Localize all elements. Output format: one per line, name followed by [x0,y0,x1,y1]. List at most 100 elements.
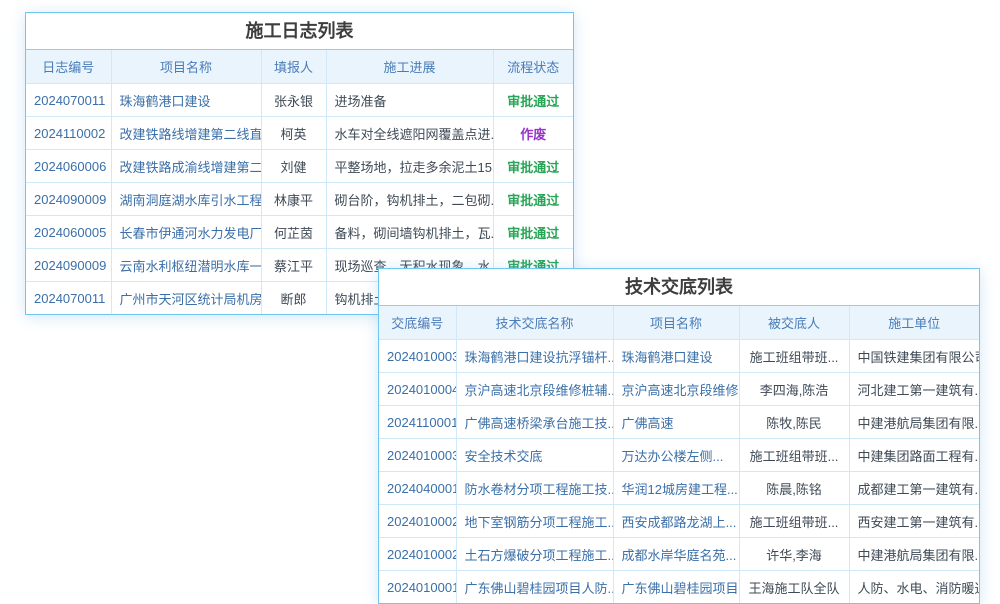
project-name-link[interactable]: 湖南洞庭湖水库引水工程... [111,183,261,216]
status-badge: 审批通过 [493,84,573,117]
table-row: 2024010002地下室钢筋分项工程施工...西安成都路龙湖上...施工班组带… [379,505,979,538]
column-header: 施工单位 [849,306,979,340]
table-row: 2024010003珠海鹤港口建设抗浮锚杆...珠海鹤港口建设施工班组带班...… [379,340,979,373]
column-header: 项目名称 [111,50,261,84]
disclosure-name-link[interactable]: 珠海鹤港口建设抗浮锚杆... [456,340,613,373]
progress-cell: 进场准备 [326,84,493,117]
disclosure-name-link[interactable]: 京沪高速北京段维修桩辅... [456,373,613,406]
reporter-cell: 蔡江平 [261,249,326,282]
disclosure-name-link[interactable]: 防水卷材分项工程施工技... [456,472,613,505]
log-id-link[interactable]: 2024090009 [26,183,111,216]
construction-unit-cell: 成都建工第一建筑有... [849,472,979,505]
progress-cell: 备料，砌间墙钩机排土，瓦... [326,216,493,249]
progress-cell: 平整场地，拉走多余泥土15... [326,150,493,183]
status-badge: 审批通过 [493,216,573,249]
disclosure-id-link[interactable]: 2024040001 [379,472,456,505]
column-header: 被交底人 [739,306,849,340]
technical-disclosure-header: 交底编号技术交底名称项目名称被交底人施工单位 [379,306,979,340]
progress-cell: 水车对全线遮阳网覆盖点进... [326,117,493,150]
column-header: 施工进展 [326,50,493,84]
project-name-link[interactable]: 成都水岸华庭名苑... [613,538,739,571]
recipient-cell: 陈牧,陈民 [739,406,849,439]
log-id-link[interactable]: 2024070011 [26,282,111,315]
disclosure-name-link[interactable]: 安全技术交底 [456,439,613,472]
table-row: 2024060005长春市伊通河水力发电厂...何芷茵备料，砌间墙钩机排土，瓦.… [26,216,573,249]
table-row: 2024010001广东佛山碧桂园项目人防...广东佛山碧桂园项目王海施工队全队… [379,571,979,604]
table-row: 2024010002土石方爆破分项工程施工...成都水岸华庭名苑...许华,李海… [379,538,979,571]
project-name-link[interactable]: 华润12城房建工程... [613,472,739,505]
project-name-link[interactable]: 万达办公楼左侧... [613,439,739,472]
project-name-link[interactable]: 珠海鹤港口建设 [111,84,261,117]
status-badge: 审批通过 [493,150,573,183]
recipient-cell: 王海施工队全队 [739,571,849,604]
construction-log-title: 施工日志列表 [26,13,573,50]
reporter-cell: 张永银 [261,84,326,117]
log-id-link[interactable]: 2024060005 [26,216,111,249]
reporter-cell: 断郎 [261,282,326,315]
disclosure-name-link[interactable]: 广东佛山碧桂园项目人防... [456,571,613,604]
table-row: 2024010004京沪高速北京段维修桩辅...京沪高速北京段维修李四海,陈浩河… [379,373,979,406]
construction-unit-cell: 西安建工第一建筑有... [849,505,979,538]
table-row: 2024070011珠海鹤港口建设张永银进场准备审批通过 [26,84,573,117]
disclosure-id-link[interactable]: 2024110001 [379,406,456,439]
log-id-link[interactable]: 2024070011 [26,84,111,117]
table-row: 2024040001防水卷材分项工程施工技...华润12城房建工程...陈晨,陈… [379,472,979,505]
technical-disclosure-title: 技术交底列表 [379,269,979,306]
recipient-cell: 李四海,陈浩 [739,373,849,406]
column-header: 技术交底名称 [456,306,613,340]
status-badge: 作废 [493,117,573,150]
recipient-cell: 陈晨,陈铭 [739,472,849,505]
progress-cell: 砌台阶，钩机排土，二包砌... [326,183,493,216]
construction-unit-cell: 中建港航局集团有限... [849,406,979,439]
disclosure-id-link[interactable]: 2024010001 [379,571,456,604]
project-name-link[interactable]: 长春市伊通河水力发电厂... [111,216,261,249]
disclosure-name-link[interactable]: 地下室钢筋分项工程施工... [456,505,613,538]
project-name-link[interactable]: 西安成都路龙湖上... [613,505,739,538]
disclosure-id-link[interactable]: 2024010002 [379,538,456,571]
table-row: 2024060006改建铁路成渝线增建第二...刘健平整场地，拉走多余泥土15.… [26,150,573,183]
column-header: 流程状态 [493,50,573,84]
disclosure-id-link[interactable]: 2024010002 [379,505,456,538]
technical-disclosure-table: 交底编号技术交底名称项目名称被交底人施工单位 2024010003珠海鹤港口建设… [379,306,979,603]
column-header: 项目名称 [613,306,739,340]
project-name-link[interactable]: 广州市天河区统计局机房... [111,282,261,315]
disclosure-id-link[interactable]: 2024010003 [379,340,456,373]
construction-unit-cell: 河北建工第一建筑有... [849,373,979,406]
disclosure-id-link[interactable]: 2024010003 [379,439,456,472]
disclosure-id-link[interactable]: 2024010004 [379,373,456,406]
reporter-cell: 林康平 [261,183,326,216]
disclosure-name-link[interactable]: 土石方爆破分项工程施工... [456,538,613,571]
project-name-link[interactable]: 改建铁路线增建第二线直... [111,117,261,150]
construction-unit-cell: 中建集团路面工程有... [849,439,979,472]
construction-unit-cell: 中国铁建集团有限公司 [849,340,979,373]
project-name-link[interactable]: 珠海鹤港口建设 [613,340,739,373]
reporter-cell: 何芷茵 [261,216,326,249]
technical-disclosure-panel: 技术交底列表 交底编号技术交底名称项目名称被交底人施工单位 2024010003… [378,268,980,604]
column-header: 交底编号 [379,306,456,340]
construction-unit-cell: 人防、水电、消防暖通... [849,571,979,604]
log-id-link[interactable]: 2024110002 [26,117,111,150]
project-name-link[interactable]: 广佛高速 [613,406,739,439]
table-row: 2024110001广佛高速桥梁承台施工技...广佛高速陈牧,陈民中建港航局集团… [379,406,979,439]
log-id-link[interactable]: 2024060006 [26,150,111,183]
project-name-link[interactable]: 改建铁路成渝线增建第二... [111,150,261,183]
project-name-link[interactable]: 京沪高速北京段维修 [613,373,739,406]
table-row: 2024010003安全技术交底万达办公楼左侧...施工班组带班...中建集团路… [379,439,979,472]
recipient-cell: 施工班组带班... [739,340,849,373]
column-header: 日志编号 [26,50,111,84]
reporter-cell: 刘健 [261,150,326,183]
project-name-link[interactable]: 广东佛山碧桂园项目 [613,571,739,604]
project-name-link[interactable]: 云南水利枢纽潜明水库一... [111,249,261,282]
status-badge: 审批通过 [493,183,573,216]
table-row: 2024090009湖南洞庭湖水库引水工程...林康平砌台阶，钩机排土，二包砌.… [26,183,573,216]
construction-log-header: 日志编号项目名称填报人施工进展流程状态 [26,50,573,84]
reporter-cell: 柯英 [261,117,326,150]
construction-unit-cell: 中建港航局集团有限... [849,538,979,571]
column-header: 填报人 [261,50,326,84]
table-row: 2024110002改建铁路线增建第二线直...柯英水车对全线遮阳网覆盖点进..… [26,117,573,150]
recipient-cell: 施工班组带班... [739,439,849,472]
disclosure-name-link[interactable]: 广佛高速桥梁承台施工技... [456,406,613,439]
recipient-cell: 施工班组带班... [739,505,849,538]
log-id-link[interactable]: 2024090009 [26,249,111,282]
recipient-cell: 许华,李海 [739,538,849,571]
